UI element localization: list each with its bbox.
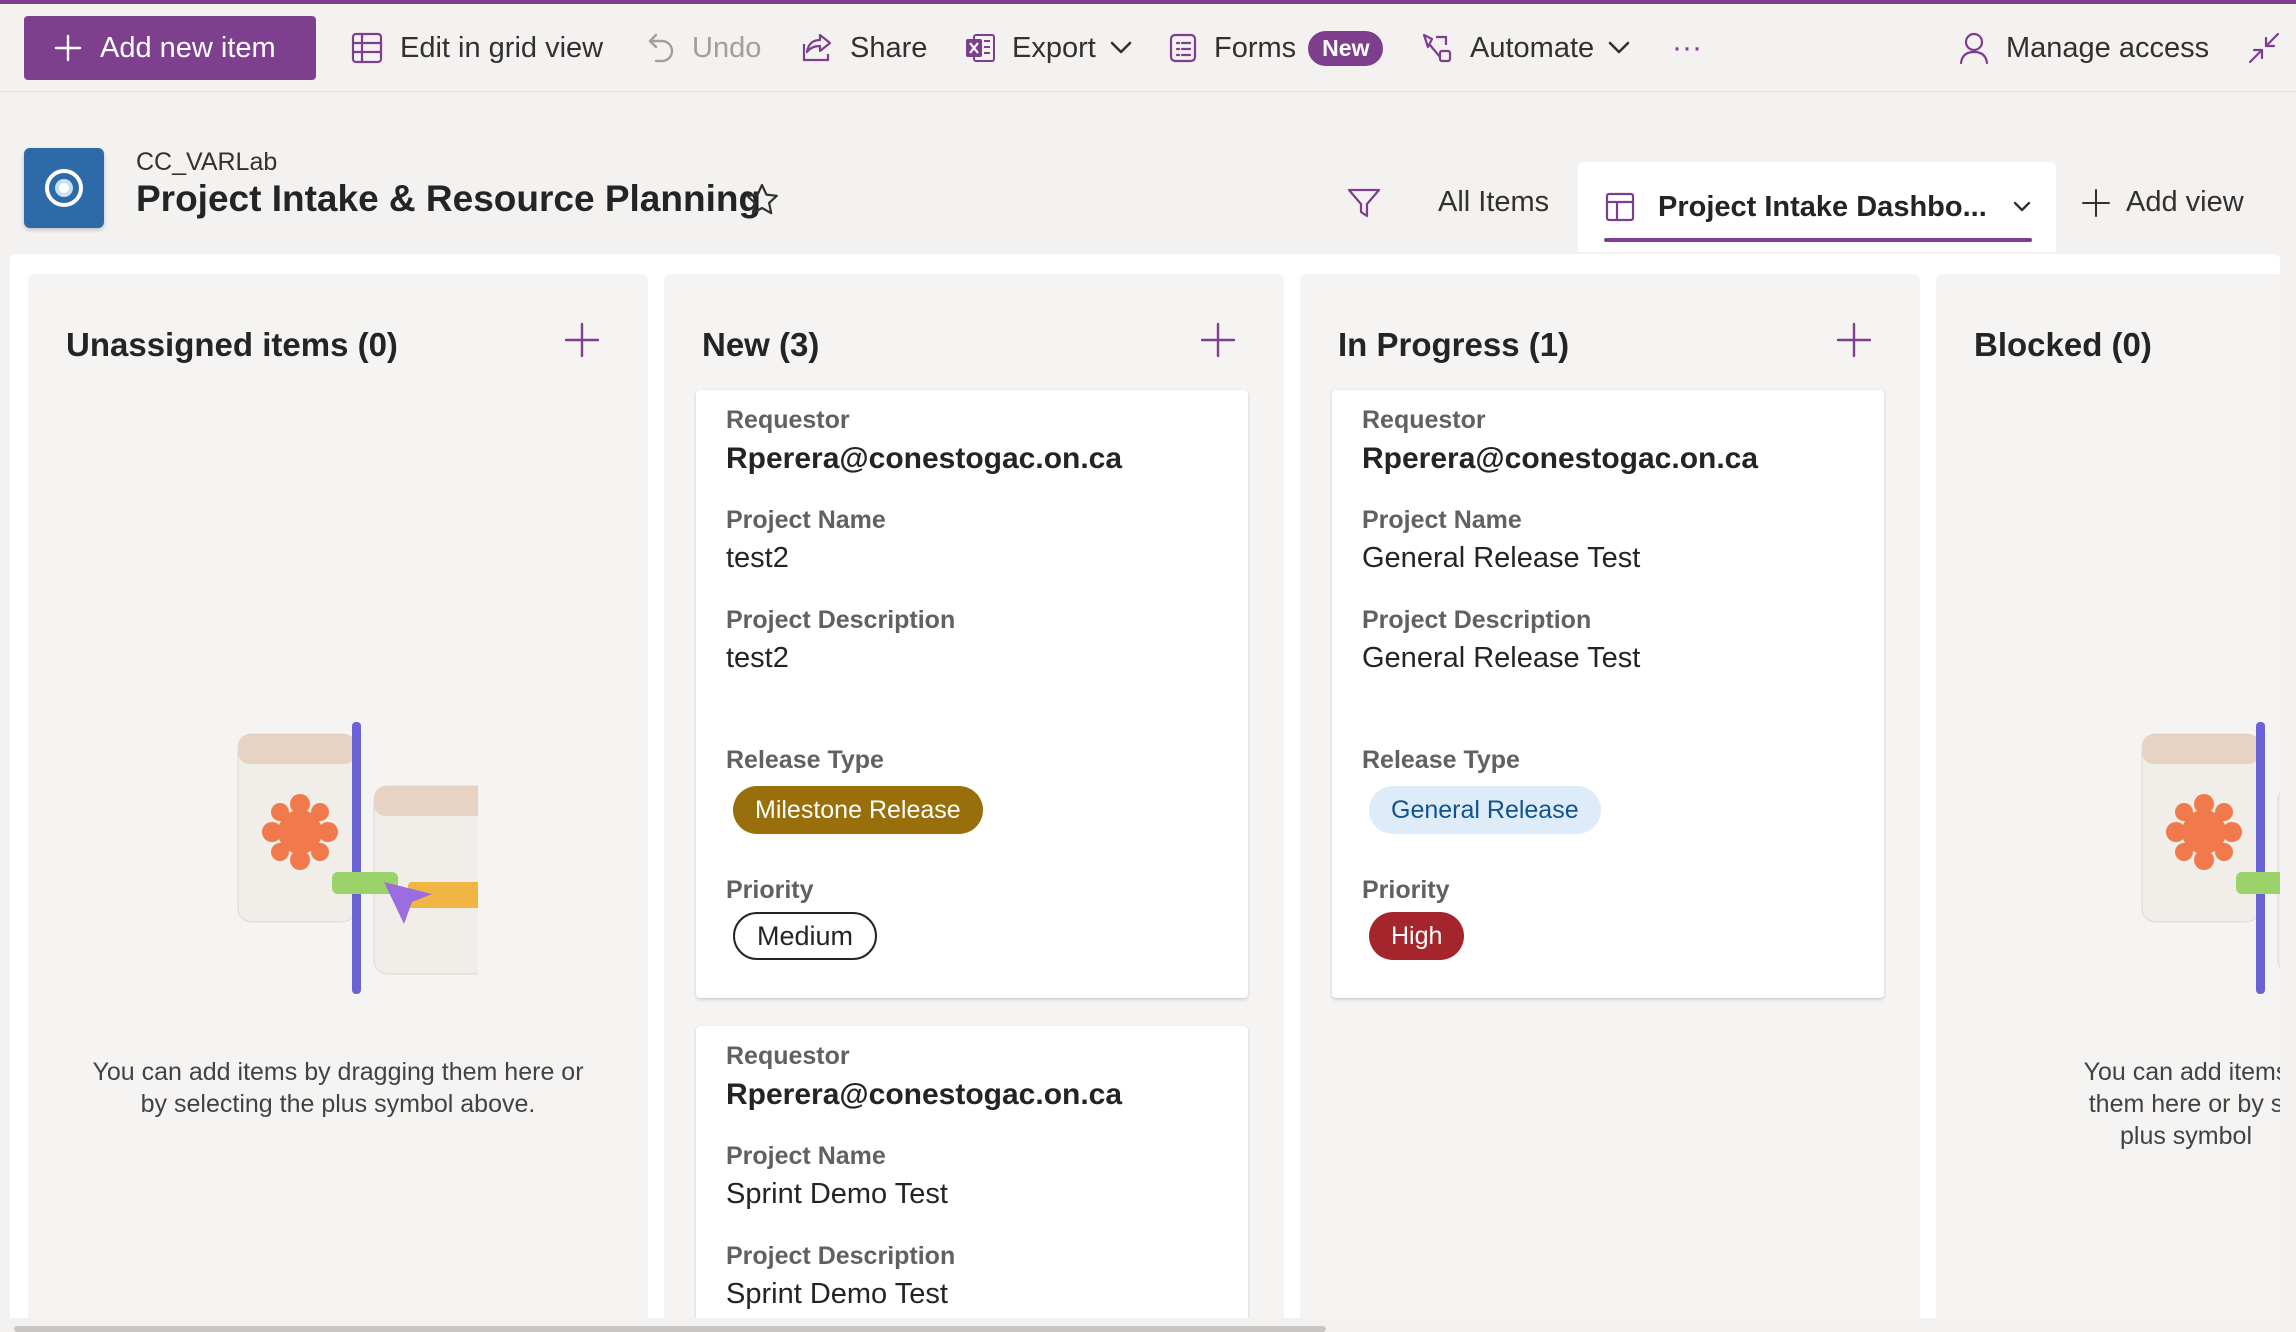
column-new: New (3) Requestor Rperera@conestogac.on.… xyxy=(664,274,1284,1318)
filter-icon[interactable] xyxy=(1346,186,1382,220)
release-type-pill: General Release xyxy=(1369,786,1601,834)
board-view-icon xyxy=(1605,192,1635,222)
export-label: Export xyxy=(1012,31,1096,64)
project-name-value: test2 xyxy=(726,542,789,574)
empty-column-message: You can add items them here or by s plus… xyxy=(2066,1056,2280,1152)
share-button[interactable]: Share xyxy=(800,4,927,92)
person-icon xyxy=(1959,32,1989,65)
field-label: Release Type xyxy=(726,746,884,774)
share-label: Share xyxy=(850,31,928,64)
empty-column-line: plus symbol xyxy=(2120,1122,2252,1150)
undo-label: Undo xyxy=(692,31,762,64)
project-name-value: General Release Test xyxy=(1362,542,1641,574)
kanban-card[interactable]: Requestor Rperera@conestogac.on.ca Proje… xyxy=(696,1026,1248,1318)
site-logo-icon xyxy=(45,169,83,207)
active-view-label: Project Intake Dashbo... xyxy=(1658,190,1987,223)
new-badge: New xyxy=(1308,30,1384,66)
collapse-icon xyxy=(2248,32,2280,64)
plus-icon xyxy=(54,34,82,62)
requestor-value: Rperera@conestogac.on.ca xyxy=(1362,442,1759,475)
chevron-down-icon[interactable] xyxy=(2013,201,2031,213)
favorite-star-icon[interactable] xyxy=(744,182,780,218)
forms-icon xyxy=(1169,33,1197,63)
empty-board-illustration xyxy=(2141,722,2280,994)
export-button[interactable]: Export xyxy=(964,4,1132,92)
kanban-board: Unassigned items (0) You can add items b… xyxy=(10,254,2280,1318)
empty-column-message: You can add items by dragging them here … xyxy=(92,1058,584,1118)
horizontal-scrollbar[interactable] xyxy=(14,1326,1326,1332)
plus-icon xyxy=(2082,188,2110,217)
requestor-value: Rperera@conestogac.on.ca xyxy=(726,1078,1123,1111)
column-title: In Progress (1) xyxy=(1338,326,1570,363)
site-name[interactable]: CC_VARLab xyxy=(136,148,277,177)
column-title: New (3) xyxy=(702,326,820,363)
add-item-plus-icon[interactable] xyxy=(1200,322,1236,358)
empty-board-illustration xyxy=(237,722,478,994)
add-new-item-label: Add new item xyxy=(100,31,276,64)
active-tab-underline xyxy=(1604,238,2032,242)
chevron-down-icon xyxy=(1608,41,1630,54)
edit-grid-view-button[interactable]: Edit in grid view xyxy=(350,4,603,92)
command-bar: Add new item Edit in grid view Undo Shar… xyxy=(0,4,2296,92)
column-unassigned: Unassigned items (0) You can add items b… xyxy=(28,274,648,1318)
edit-grid-view-label: Edit in grid view xyxy=(400,31,604,64)
column-blocked: Blocked (0) You can add items them here … xyxy=(1936,274,2280,1318)
field-label: Priority xyxy=(1362,876,1450,904)
chevron-down-icon xyxy=(1110,41,1132,54)
add-view-label: Add view xyxy=(2126,186,2244,218)
automate-label: Automate xyxy=(1470,31,1595,64)
field-label: Requestor xyxy=(1362,406,1486,434)
field-label: Project Description xyxy=(1362,606,1592,634)
kanban-card[interactable]: Requestor Rperera@conestogac.on.ca Proje… xyxy=(696,390,1248,998)
view-tab-project-intake-dashboard[interactable]: Project Intake Dashbo... xyxy=(1578,162,2056,252)
field-label: Priority xyxy=(726,876,814,904)
add-item-plus-icon[interactable] xyxy=(564,322,600,358)
view-all-items[interactable]: All Items xyxy=(1438,186,1549,219)
field-label: Release Type xyxy=(1362,746,1520,774)
field-label: Requestor xyxy=(726,1042,850,1070)
empty-column-line: them here or by s xyxy=(2088,1090,2280,1118)
add-item-plus-icon[interactable] xyxy=(1836,322,1872,358)
manage-access-button[interactable]: Manage access xyxy=(1958,4,2209,92)
collapse-button[interactable] xyxy=(2248,4,2280,92)
add-new-item-button[interactable]: Add new item xyxy=(24,16,316,80)
column-title: Unassigned items (0) xyxy=(66,326,398,363)
project-name-value: Sprint Demo Test xyxy=(726,1178,948,1210)
field-label: Requestor xyxy=(726,406,850,434)
column-title: Blocked (0) xyxy=(1974,326,2152,363)
field-label: Project Name xyxy=(726,1142,886,1170)
grid-icon xyxy=(351,32,383,64)
site-logo[interactable] xyxy=(24,148,104,228)
field-label: Project Description xyxy=(726,606,956,634)
empty-column-line: You can add items xyxy=(2083,1058,2280,1086)
excel-icon xyxy=(966,34,995,62)
project-description-value: Sprint Demo Test xyxy=(726,1278,948,1310)
automate-icon xyxy=(1422,33,1452,63)
requestor-value: Rperera@conestogac.on.ca xyxy=(726,442,1123,475)
project-description-value: test2 xyxy=(726,642,789,674)
priority-pill: Medium xyxy=(733,912,878,960)
share-icon xyxy=(802,33,832,62)
more-options-button[interactable]: ··· xyxy=(1672,4,1702,92)
project-description-value: General Release Test xyxy=(1362,642,1641,674)
field-label: Project Name xyxy=(1362,506,1522,534)
forms-label: Forms xyxy=(1214,31,1297,64)
field-label: Project Name xyxy=(726,506,886,534)
automate-button[interactable]: Automate xyxy=(1420,4,1630,92)
forms-button[interactable]: Forms New xyxy=(1168,4,1384,92)
undo-button[interactable]: Undo xyxy=(646,4,761,92)
page-title: Project Intake & Resource Planning xyxy=(136,178,762,219)
column-in-progress: In Progress (1) Requestor Rperera@conest… xyxy=(1300,274,1920,1318)
kanban-card[interactable]: Requestor Rperera@conestogac.on.ca Proje… xyxy=(1332,390,1884,998)
priority-pill: High xyxy=(1369,912,1465,960)
manage-access-label: Manage access xyxy=(2006,31,2210,64)
add-view-button[interactable]: Add view xyxy=(2080,186,2244,219)
undo-icon xyxy=(648,33,674,63)
field-label: Project Description xyxy=(726,1242,956,1270)
release-type-pill: Milestone Release xyxy=(733,786,983,834)
